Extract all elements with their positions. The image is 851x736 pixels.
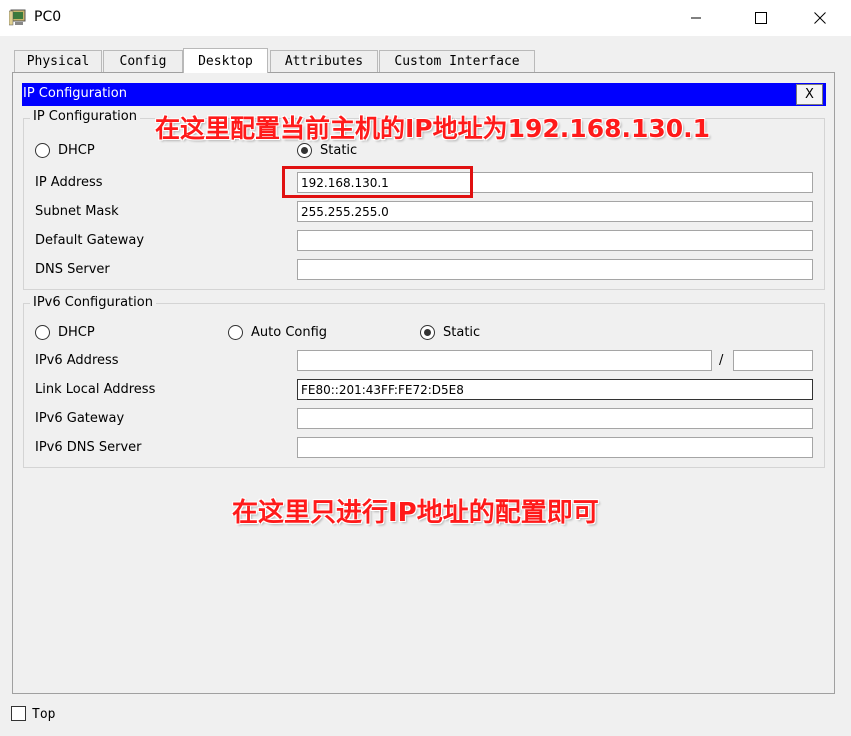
title-bar: PC0 [0,0,851,36]
ip-address-highlight-box [282,166,473,198]
ipv6-prefix-input[interactable] [733,350,813,371]
ip-configuration-header: IP Configuration [22,83,826,106]
tab-desktop[interactable]: Desktop [183,48,268,73]
radio-unchecked-icon [228,325,243,340]
radio-checked-icon [420,325,435,340]
tab-custom-interface[interactable]: Custom Interface [379,50,535,72]
ipv6-dns-server-label: IPv6 DNS Server [35,440,142,455]
ipv4-group-label: IP Configuration [30,109,140,124]
radio-unchecked-icon [35,143,50,158]
ipv6-gateway-input[interactable] [297,408,813,429]
bottom-annotation: 在这里只进行IP地址的配置即可 [232,498,599,528]
ipv6-auto-config-label: Auto Config [251,325,328,340]
default-gateway-label: Default Gateway [35,233,145,248]
top-label: Top [32,707,56,722]
link-local-address-input[interactable] [297,379,813,400]
minimize-button[interactable] [673,0,719,36]
maximize-icon [755,12,767,24]
top-checkbox[interactable] [11,706,26,721]
ipv4-static-radio[interactable]: Static [297,143,357,158]
ipv6-dhcp-label: DHCP [58,325,95,340]
ipv6-auto-config-radio[interactable]: Auto Config [228,325,327,340]
ip-address-label: IP Address [35,175,103,190]
ipv4-dhcp-radio[interactable]: DHCP [35,143,95,158]
top-annotation: 在这里配置当前主机的IP地址为192.168.130.1 [155,114,711,143]
dns-server-label: DNS Server [35,262,110,277]
prefix-separator: / [719,353,724,368]
default-gateway-input[interactable] [297,230,813,251]
ipv6-gateway-label: IPv6 Gateway [35,411,125,426]
ipv6-dns-server-input[interactable] [297,437,813,458]
minimize-icon [691,17,701,19]
radio-unchecked-icon [35,325,50,340]
ipv6-group-label: IPv6 Configuration [30,295,156,310]
subnet-mask-label: Subnet Mask [35,204,119,219]
tab-config[interactable]: Config [103,50,183,72]
ipv6-dhcp-radio[interactable]: DHCP [35,325,95,340]
ipv4-static-label: Static [320,143,358,158]
ip-configuration-title: IP Configuration [23,86,127,101]
close-icon [814,12,826,24]
ipv6-static-radio[interactable]: Static [420,325,480,340]
link-local-address-label: Link Local Address [35,382,156,397]
ipv4-dhcp-label: DHCP [58,143,95,158]
pc-icon [8,9,29,27]
close-window-button[interactable] [797,0,843,36]
ipv6-static-label: Static [443,325,481,340]
tab-physical[interactable]: Physical [14,50,102,72]
window-title: PC0 [34,9,62,25]
subnet-mask-input[interactable] [297,201,813,222]
ipv6-address-input[interactable] [297,350,712,371]
close-ip-config-button[interactable]: X [796,84,823,105]
dns-server-input[interactable] [297,259,813,280]
tab-attributes[interactable]: Attributes [270,50,378,72]
ipv6-address-label: IPv6 Address [35,353,119,368]
radio-checked-icon [297,143,312,158]
maximize-button[interactable] [738,0,784,36]
